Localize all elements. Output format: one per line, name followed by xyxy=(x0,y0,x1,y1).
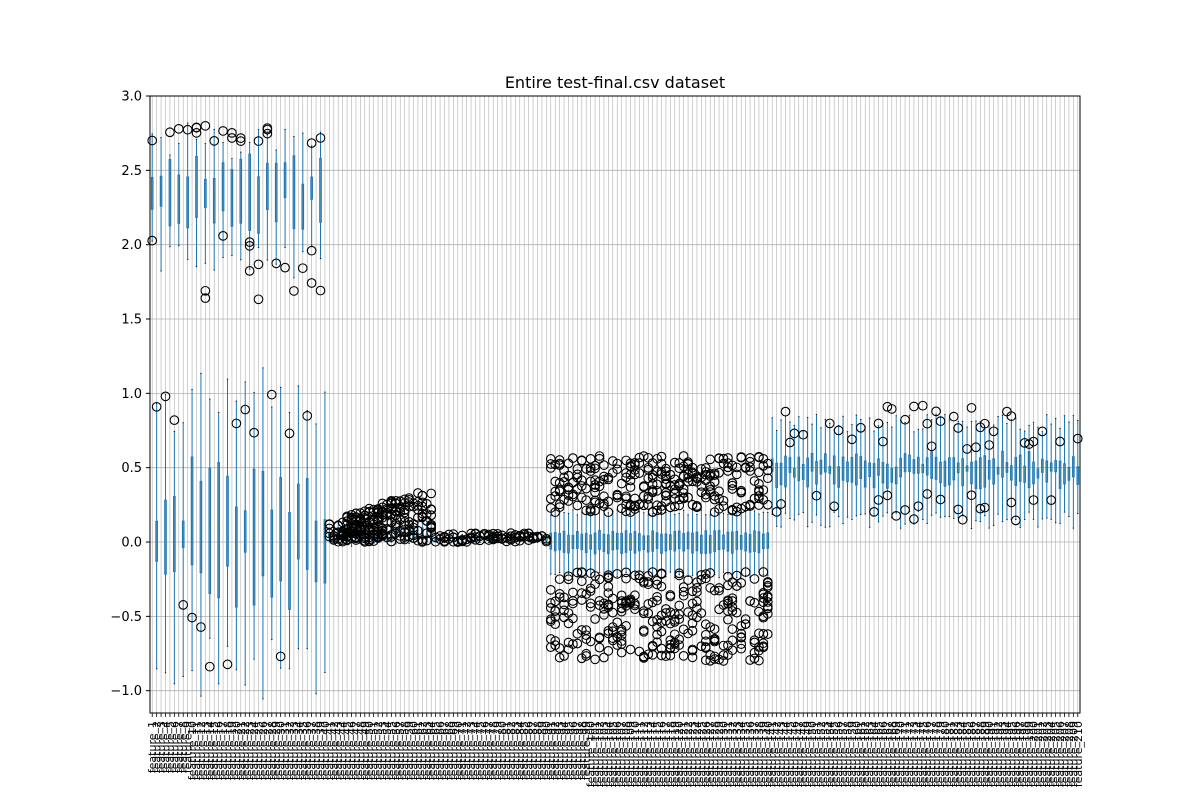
boxplot-chart: Entire test-final.csv dataset −1.0 −0.5 0.… xyxy=(110,73,1085,787)
y-tick-label: 2.5 xyxy=(121,164,142,179)
y-axis: −1.0 −0.5 0.0 0.5 1.0 1.5 2.0 2.5 3.0 xyxy=(110,90,150,699)
y-tick-label: 0.5 xyxy=(121,461,142,476)
x-tick-label: feature_210 xyxy=(1072,721,1085,787)
boxplots xyxy=(150,122,1080,700)
x-axis: feature_1feature_2feature_3feature_4feat… xyxy=(146,713,1085,787)
y-tick-label: 1.0 xyxy=(121,387,142,402)
y-tick-label: 2.0 xyxy=(121,238,142,253)
y-tick-label: 1.5 xyxy=(121,313,142,328)
y-tick-label: −1.0 xyxy=(110,684,142,699)
y-tick-label: 3.0 xyxy=(121,90,142,105)
y-tick-label: 0.0 xyxy=(121,536,142,551)
chart-title: Entire test-final.csv dataset xyxy=(505,73,725,92)
outliers xyxy=(147,120,1083,672)
y-tick-label: −0.5 xyxy=(110,610,142,625)
